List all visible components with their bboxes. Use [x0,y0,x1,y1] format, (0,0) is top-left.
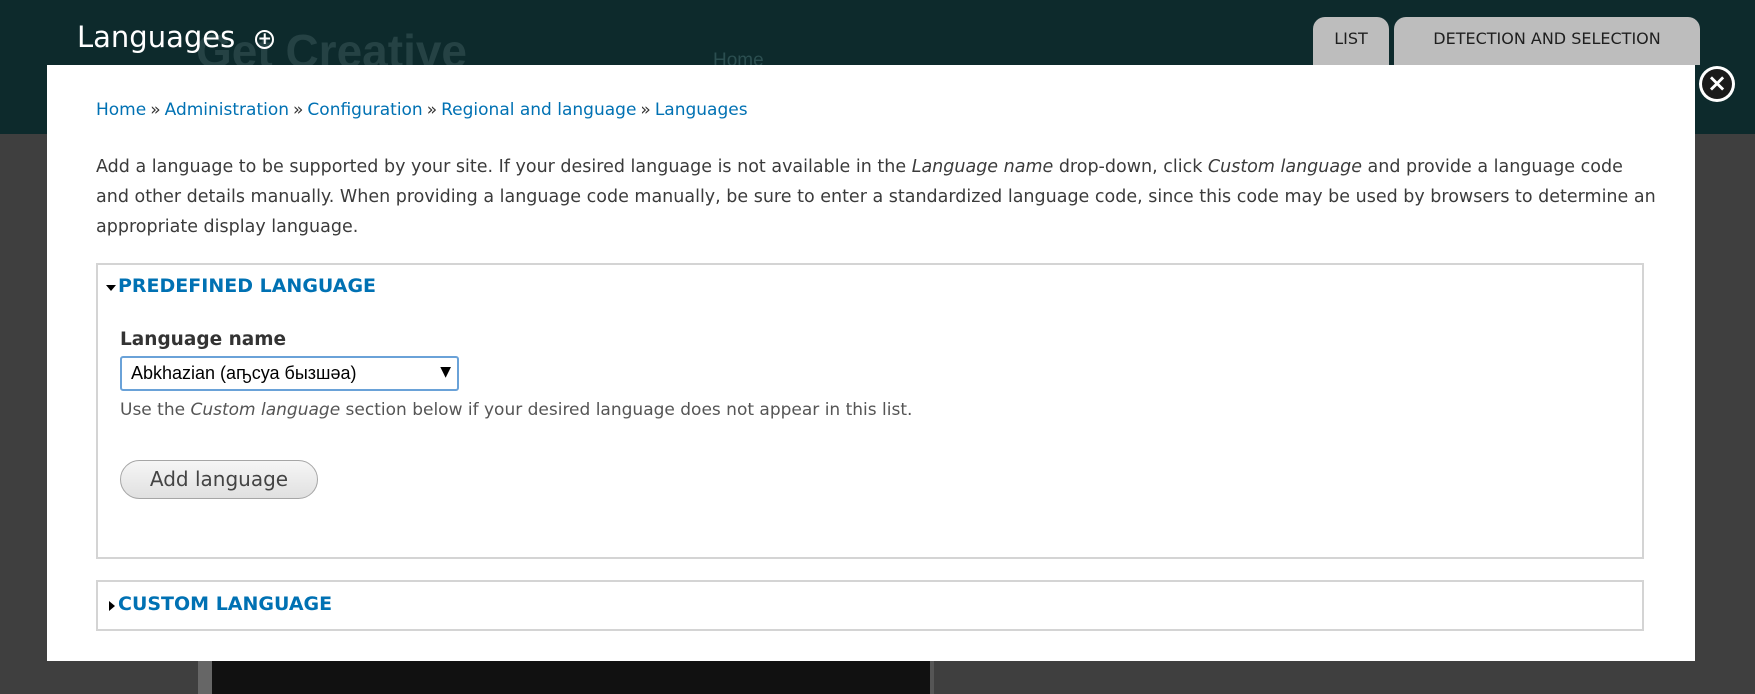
breadcrumb: Home» Administration» Configuration» Region… [96,100,748,120]
intro-text: Add a language to be supported by your s… [96,157,1656,237]
breadcrumb-separator: » [640,100,651,120]
triangle-right-icon [109,600,115,611]
custom-language-legend: CUSTOM LANGUAGE [118,593,333,615]
overlay-modal: Home» Administration» Configuration» Region… [47,65,1695,661]
add-language-button[interactable]: Add language [120,460,318,499]
plus-circle-icon[interactable]: + [255,29,275,49]
tab-detection-and-selection[interactable]: DETECTION AND SELECTION [1394,17,1700,65]
breadcrumb-administration[interactable]: Administration [165,100,289,120]
predefined-language-fieldset: PREDEFINED LANGUAGE Language name Abkhaz… [96,263,1644,559]
breadcrumb-separator: » [293,100,304,120]
custom-language-toggle[interactable]: CUSTOM LANGUAGE [106,593,332,615]
primary-tabs: LIST DETECTION AND SELECTION [1313,17,1700,65]
breadcrumb-separator: » [426,100,438,120]
close-overlay-button[interactable]: × [1699,66,1735,102]
language-name-description: Use the Custom language section below if… [120,400,913,420]
tab-list[interactable]: LIST [1313,17,1389,65]
breadcrumb-languages[interactable]: Languages [655,100,748,120]
language-name-selected: Abkhazian (аҧсуа бызшәа) [131,363,357,383]
overlay-title-bar: Languages + [77,20,275,54]
page-title: Languages [77,20,236,54]
predefined-language-legend: PREDEFINED LANGUAGE [118,275,377,297]
dropdown-arrow-icon: ▼ [440,364,451,380]
predefined-language-toggle[interactable]: PREDEFINED LANGUAGE [106,275,376,297]
breadcrumb-configuration[interactable]: Configuration [307,100,422,120]
close-icon: × [1702,69,1732,99]
breadcrumb-separator: » [150,100,161,120]
breadcrumb-regional-and-language[interactable]: Regional and language [441,100,636,120]
custom-language-fieldset: CUSTOM LANGUAGE [96,580,1644,631]
triangle-down-icon [106,284,116,291]
breadcrumb-home[interactable]: Home [96,100,146,120]
language-name-label: Language name [120,329,287,350]
language-name-select[interactable]: Abkhazian (аҧсуа бызшәа) ▼ [120,356,459,391]
